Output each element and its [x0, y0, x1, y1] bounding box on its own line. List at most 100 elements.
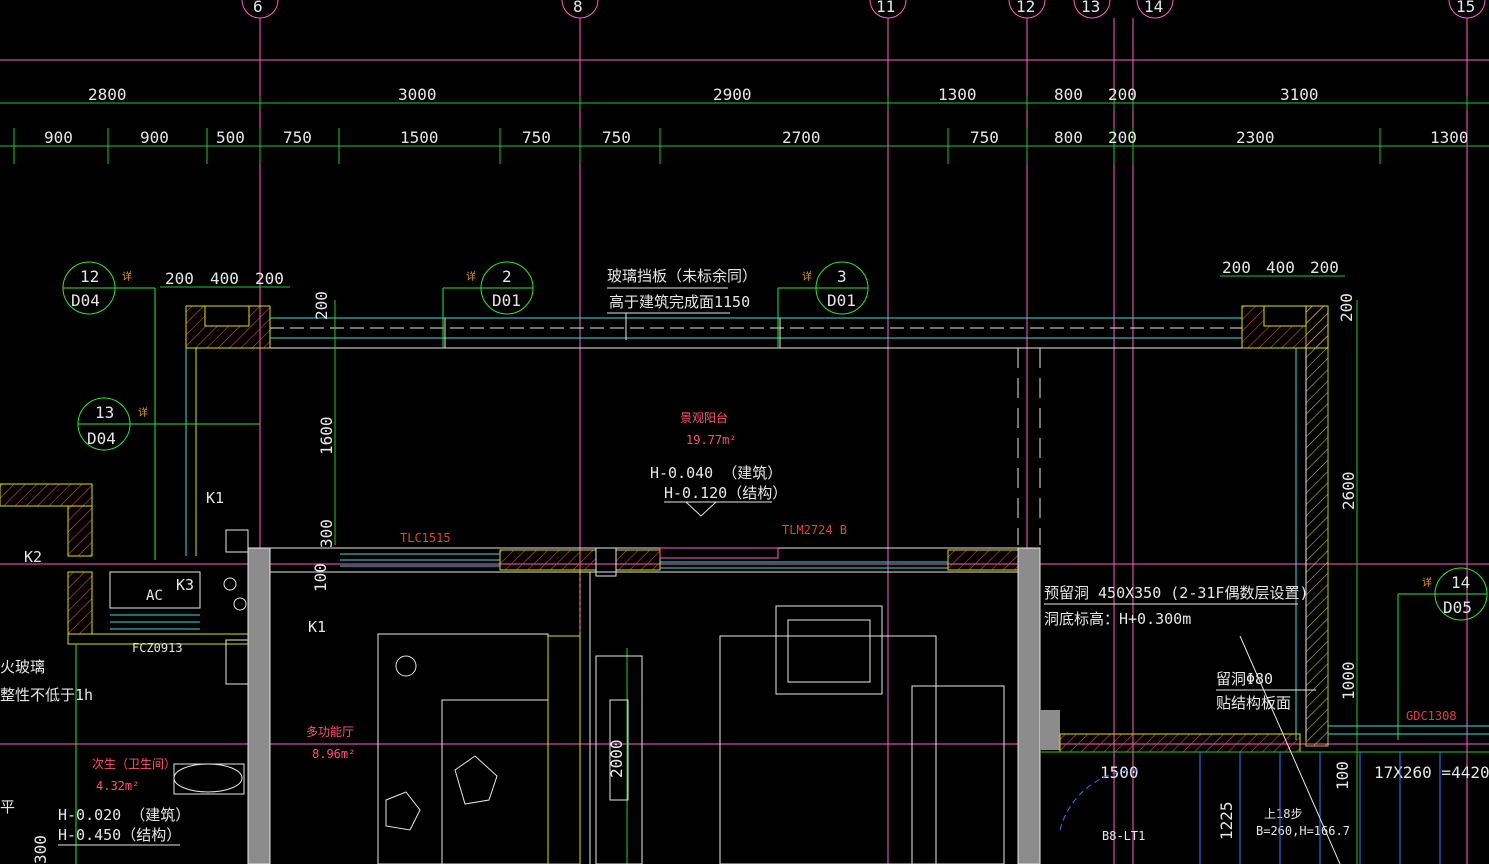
dim-bottom-10: 200	[1108, 128, 1137, 147]
dim-bottom-7: 2700	[782, 128, 821, 147]
svg-text:D04: D04	[71, 291, 100, 310]
dim-top-6: 3100	[1280, 85, 1319, 104]
fire-glass: 火玻璃	[0, 658, 45, 676]
hole80-line1: 留洞Φ80	[1216, 670, 1273, 688]
vdim-300-left: 300	[31, 835, 50, 864]
callout-13[interactable]: 13 D04 详	[77, 397, 260, 451]
dim-1500: 1500	[1100, 763, 1139, 782]
svg-text:D04: D04	[87, 429, 116, 448]
vdim-1600: 1600	[317, 416, 336, 455]
label-k1-lower: K1	[308, 618, 326, 636]
axis-label-6: 6	[253, 0, 263, 16]
fire-rating: 整性不低于1h	[0, 686, 93, 704]
svg-text:D01: D01	[827, 291, 856, 310]
gdc-label: GDC1308	[1406, 709, 1457, 723]
dim-bottom-3: 750	[283, 128, 312, 147]
dim-bottom-1: 900	[140, 128, 169, 147]
dim-top-3: 1300	[938, 85, 977, 104]
vdim-100: 100	[311, 563, 330, 592]
bath-h2: H-0.450（结构）	[58, 826, 181, 844]
dim-bottom-8: 750	[970, 128, 999, 147]
svg-text:详: 详	[1422, 576, 1432, 589]
glass-note-line2: 高于建筑完成面1150	[609, 293, 750, 311]
room-area: 8.96m²	[312, 747, 355, 761]
svg-text:D01: D01	[492, 291, 521, 310]
callout-3[interactable]: 3 D01 详	[777, 261, 869, 348]
room-name: 多功能厅	[306, 725, 354, 739]
svg-text:12: 12	[80, 267, 99, 286]
bath-name: 次生（卫生间）	[92, 757, 176, 771]
axis-label-14: 14	[1144, 0, 1163, 16]
left-wall-dim-2: 200	[255, 269, 284, 288]
stair-dim: 17X260 =4420	[1374, 763, 1489, 782]
svg-text:详: 详	[138, 406, 148, 419]
dim-bottom-11: 2300	[1236, 128, 1275, 147]
stair-b: B=260,H=166.7	[1256, 824, 1350, 838]
svg-text:3: 3	[837, 267, 847, 286]
bath-area: 4.32m²	[96, 779, 139, 793]
stair-up: 上18步	[1264, 807, 1302, 821]
balcony-h1: H-0.040 （建筑）	[650, 464, 782, 482]
dim-bottom-5: 750	[522, 128, 551, 147]
dim-top-4: 800	[1054, 85, 1083, 104]
label-k1-upper: K1	[206, 489, 224, 507]
glass-note: 玻璃挡板（未标余同） 高于建筑完成面1150	[607, 267, 757, 340]
dim-bottom-2: 500	[216, 128, 245, 147]
dimension-chain-top: 2800 3000 2900 1300 800 200 3100	[0, 85, 1489, 110]
vdim-1225: 1225	[1217, 801, 1236, 840]
svg-text:详: 详	[802, 270, 812, 283]
svg-text:详: 详	[122, 270, 132, 283]
right-notes: 预留洞 450X350 (2-31F偶数层设置) 洞底标高：H+0.300m 留…	[1040, 584, 1489, 864]
right-wall-dim-0: 200	[1222, 258, 1251, 277]
axis-label-8: 8	[573, 0, 583, 16]
balcony-name: 景观阳台	[680, 410, 728, 425]
dim-bottom-6: 750	[602, 128, 631, 147]
balcony-area: 19.77m²	[686, 433, 737, 447]
dim-bottom-0: 900	[44, 128, 73, 147]
balcony-parapet	[185, 305, 1329, 747]
balcony-h2: H-0.120（结构）	[664, 484, 787, 502]
axis-label-12: 12	[1016, 0, 1035, 16]
right-wall-dim-1: 400	[1266, 258, 1295, 277]
svg-text:D05: D05	[1443, 598, 1472, 617]
svg-text:2: 2	[502, 267, 512, 286]
cad-drawing-canvas[interactable]: 6 8 11 12 13 14 15 2800 3000 2900 1300 8…	[0, 0, 1489, 864]
vdim-100-b: 100	[1333, 761, 1352, 790]
dim-top-5: 200	[1108, 85, 1137, 104]
label-ac: AC	[146, 588, 163, 604]
b8-label: B8-LT1	[1102, 829, 1145, 843]
dim-bottom-9: 800	[1054, 128, 1083, 147]
svg-text:14: 14	[1451, 573, 1470, 592]
vdim-300: 300	[317, 519, 336, 548]
svg-text:详: 详	[466, 270, 476, 283]
label-fc: FCZ0913	[132, 641, 183, 655]
dim-top-0: 2800	[88, 85, 127, 104]
right-wall-dim-2: 200	[1310, 258, 1339, 277]
dim-top-2: 2900	[713, 85, 752, 104]
label-k3: K3	[176, 576, 194, 594]
left-wall-dim-1: 400	[210, 269, 239, 288]
axis-label-15: 15	[1456, 0, 1475, 16]
axis-label-11: 11	[876, 0, 895, 16]
dim-top-1: 3000	[398, 85, 437, 104]
axis-bubbles: 6 8 11 12 13 14 15	[241, 0, 1486, 19]
glass-note-line1: 玻璃挡板（未标余同）	[607, 267, 757, 285]
dim-bottom-4: 1500	[400, 128, 439, 147]
vdim-2600: 2600	[1339, 471, 1358, 510]
furniture	[377, 605, 1005, 864]
hole80-line2: 贴结构板面	[1216, 694, 1291, 712]
bath-h1: H-0.020 （建筑）	[58, 806, 190, 824]
balcony-label: 景观阳台 19.77m² H-0.040 （建筑） H-0.120（结构）	[650, 410, 787, 517]
dim-bottom-12: 1300	[1430, 128, 1469, 147]
callout-2[interactable]: 2 D01 详	[442, 261, 534, 348]
label-ping: 平	[0, 798, 15, 816]
dimension-chain-bottom: 900 900 500 750 1500 750 750 2700 750 80…	[0, 128, 1489, 164]
hole-line1: 预留洞 450X350 (2-31F偶数层设置)	[1044, 584, 1309, 602]
axis-label-13: 13	[1081, 0, 1100, 16]
parapet-dims: 200 400 200 200 400 200 200 1600 300 100…	[160, 258, 1358, 864]
vdim-200: 200	[312, 291, 331, 320]
hole-line2: 洞底标高：H+0.300m	[1044, 610, 1191, 628]
label-k2: K2	[24, 548, 42, 566]
left-wall-dim-0: 200	[165, 269, 194, 288]
window-tlm: TLM2724 B	[782, 523, 847, 537]
